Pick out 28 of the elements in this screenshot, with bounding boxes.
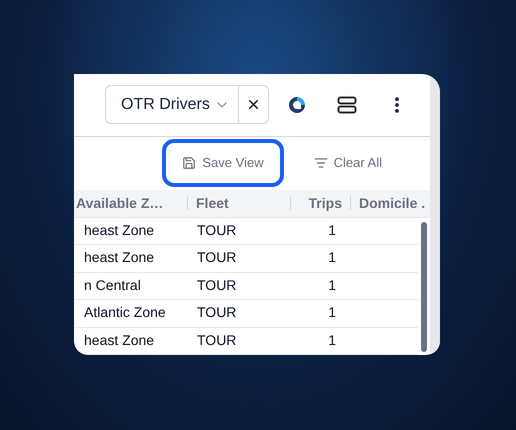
view-select[interactable]: OTR Drivers <box>105 85 269 124</box>
table-cell: 1 <box>328 304 336 320</box>
table-cell: 1 <box>328 276 336 293</box>
table-cell: TOUR <box>197 249 236 266</box>
save-view-button[interactable]: Save View <box>162 139 284 188</box>
table-cell: TOUR <box>197 222 236 238</box>
table-cell: TOUR <box>197 332 236 348</box>
ring-logo-icon[interactable] <box>286 94 307 115</box>
table-cell: Atlantic Zone <box>84 304 166 320</box>
scrollbar-thumb[interactable] <box>421 222 427 352</box>
table-cell: TOUR <box>197 276 236 293</box>
table-cell: heast Zone <box>84 222 154 238</box>
column-header: Available Z… <box>76 194 164 213</box>
rows-icon[interactable] <box>336 96 357 114</box>
column-header: Fleet <box>196 194 229 213</box>
view-name: OTR Drivers <box>121 94 210 115</box>
table-cell: 1 <box>328 222 336 238</box>
table-cell: 1 <box>328 332 336 348</box>
clear-all-button[interactable]: Clear All <box>294 139 402 188</box>
table-cell: heast Zone <box>84 249 154 266</box>
save-icon <box>182 156 196 170</box>
column-header: Trips <box>308 194 342 213</box>
column-header: Domicile . <box>359 194 426 213</box>
table-cell: 1 <box>328 249 336 266</box>
table-cell: n Central <box>84 276 141 293</box>
clear-filter-icon <box>314 156 328 170</box>
table-cell: TOUR <box>197 304 236 320</box>
table-cell: heast Zone <box>84 332 154 348</box>
